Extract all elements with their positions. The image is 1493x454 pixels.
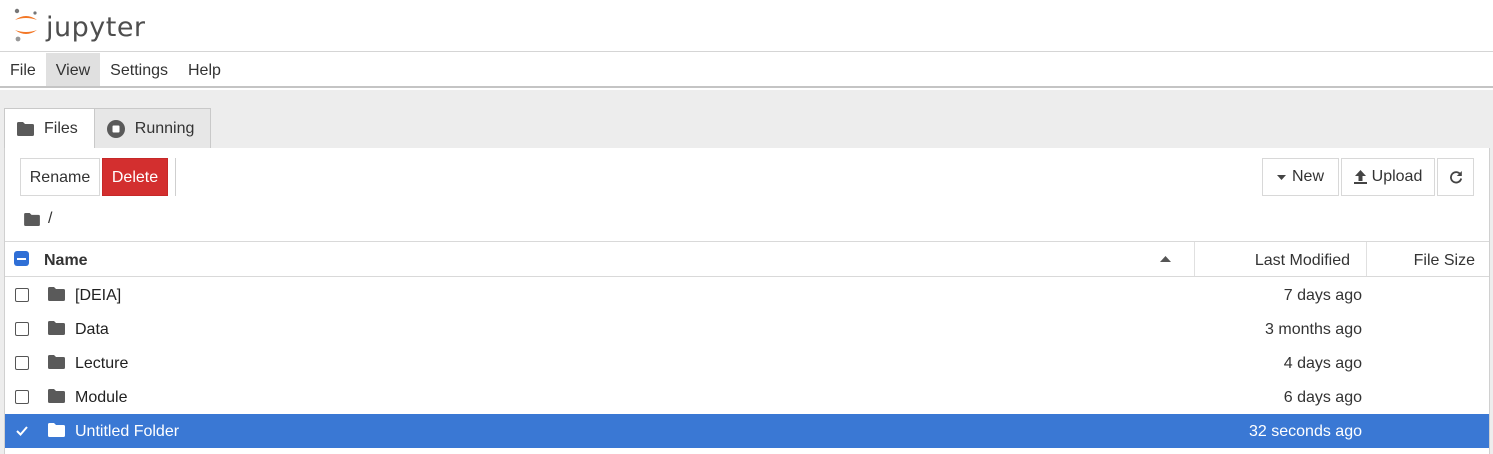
rename-button[interactable]: Rename	[20, 158, 100, 196]
row-checkbox[interactable]	[15, 322, 29, 336]
menu-view[interactable]: View	[45, 53, 101, 86]
jupyter-logo-icon	[12, 8, 40, 47]
file-modified: 7 days ago	[1283, 287, 1362, 304]
column-file-size[interactable]: File Size	[1414, 242, 1475, 276]
file-browser-panel: Rename Delete New Upload / Name Last Mod…	[4, 148, 1490, 454]
menu-help[interactable]: Help	[178, 53, 231, 86]
refresh-icon	[1449, 170, 1463, 184]
file-modified: 32 seconds ago	[1249, 423, 1362, 440]
top-bar: jupyter	[0, 0, 1493, 52]
row-checkbox[interactable]	[15, 390, 29, 404]
table-row[interactable]: Lecture 4 days ago	[5, 346, 1489, 380]
new-button-label: New	[1291, 168, 1324, 185]
tab-running[interactable]: Running	[93, 108, 212, 148]
column-divider	[1366, 242, 1367, 276]
file-name[interactable]: Lecture	[75, 346, 128, 382]
table-row[interactable]: Data 3 months ago	[5, 312, 1489, 346]
folder-icon	[48, 389, 65, 408]
folder-icon	[48, 321, 65, 340]
workspace: Files Running Rename Delete New Upload /…	[0, 90, 1493, 454]
folder-icon	[48, 423, 65, 442]
file-name[interactable]: Data	[75, 312, 109, 348]
checkmark-icon	[16, 426, 28, 436]
jupyter-logo[interactable]: jupyter	[12, 8, 146, 47]
upload-button-label: Upload	[1371, 168, 1423, 185]
upload-icon	[1353, 170, 1367, 184]
toolbar-divider	[175, 158, 176, 196]
table-row[interactable]: [DEIA] 7 days ago	[5, 278, 1489, 312]
breadcrumb-path[interactable]: /	[48, 210, 52, 228]
folder-icon	[48, 355, 65, 374]
menu-file[interactable]: File	[0, 53, 46, 86]
row-checkbox[interactable]	[15, 356, 29, 370]
folder-icon[interactable]	[24, 212, 40, 226]
delete-button[interactable]: Delete	[102, 158, 168, 196]
file-name[interactable]: [DEIA]	[75, 278, 121, 314]
folder-icon	[17, 122, 34, 136]
file-modified: 3 months ago	[1265, 321, 1362, 338]
file-name[interactable]: Module	[75, 380, 127, 416]
logo-text: jupyter	[46, 12, 146, 43]
tab-running-label: Running	[134, 119, 195, 137]
stop-circle-icon	[106, 119, 125, 138]
minus-icon	[17, 257, 26, 260]
tab-files[interactable]: Files	[4, 108, 95, 149]
row-checkbox[interactable]	[15, 288, 29, 302]
file-name[interactable]: Untitled Folder	[75, 414, 179, 450]
menu-settings[interactable]: Settings	[100, 53, 178, 86]
tab-bar: Files Running	[4, 108, 212, 149]
file-list-header: Name Last Modified File Size	[5, 241, 1489, 277]
new-button[interactable]: New	[1262, 158, 1339, 196]
tab-files-label: Files	[44, 120, 78, 137]
upload-button[interactable]: Upload	[1341, 158, 1435, 196]
row-checkbox-checked[interactable]	[15, 424, 29, 438]
table-row-selected[interactable]: Untitled Folder 32 seconds ago	[5, 414, 1489, 448]
refresh-button[interactable]	[1437, 158, 1474, 196]
column-name[interactable]: Name	[44, 242, 88, 276]
menu-bar: File View Settings Help	[0, 53, 1493, 88]
file-modified: 4 days ago	[1283, 355, 1362, 372]
table-row[interactable]: Module 6 days ago	[5, 380, 1489, 414]
file-modified: 6 days ago	[1283, 389, 1362, 406]
select-all-checkbox[interactable]	[14, 251, 29, 266]
column-last-modified[interactable]: Last Modified	[1255, 242, 1350, 276]
column-divider	[1194, 242, 1195, 276]
breadcrumb: /	[24, 210, 52, 228]
sort-ascending-icon[interactable]	[1160, 256, 1171, 262]
folder-icon	[48, 287, 65, 306]
caret-down-icon	[1276, 174, 1286, 180]
